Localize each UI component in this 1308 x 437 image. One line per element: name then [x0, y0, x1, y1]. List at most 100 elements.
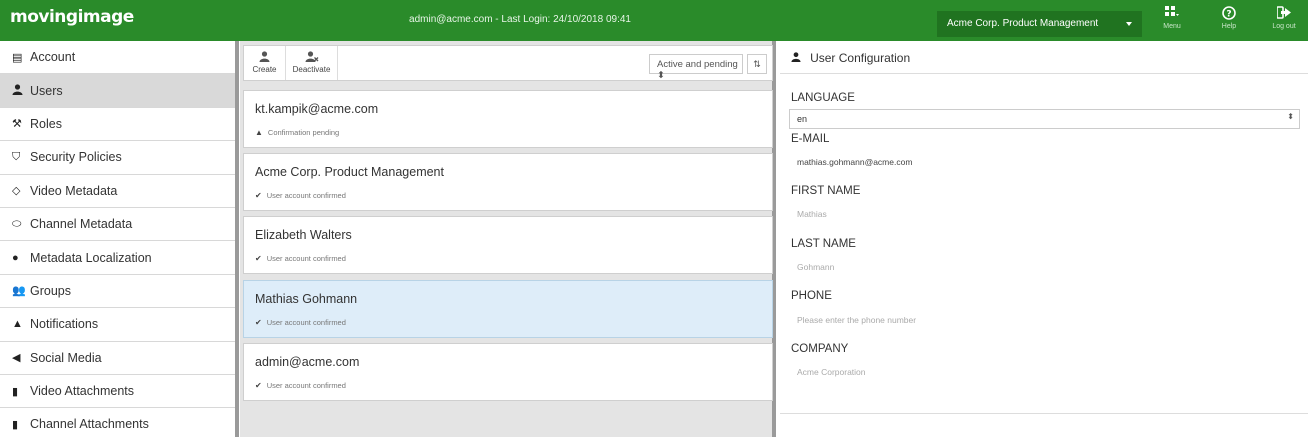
logout-label: Log out — [1272, 23, 1296, 30]
help-icon: ? — [1209, 6, 1249, 22]
sidebar-item-label: Video Attachments — [30, 384, 135, 399]
organization-select[interactable]: Acme Corp. Product Management — [937, 11, 1142, 37]
logout-button[interactable]: Log out — [1264, 6, 1304, 38]
sidebar-item-label: Notifications — [30, 317, 99, 332]
sidebar-item-channel-metadata[interactable]: ⬭ Channel Metadata — [0, 208, 235, 242]
deactivate-label: Deactivate — [292, 65, 331, 74]
menu-button[interactable]: Menu — [1152, 6, 1192, 38]
check-icon: ✔ — [255, 191, 262, 200]
status-filter-select[interactable]: Active and pending ⬍ — [649, 54, 743, 81]
check-icon: ✔ — [255, 254, 262, 263]
user-status-text: User account confirmed — [266, 318, 346, 327]
first-name-label: FIRST NAME — [791, 185, 861, 197]
sidebar-item-metadata-localization[interactable]: ● Metadata Localization — [0, 241, 235, 275]
updown-icon: ⬍ — [657, 70, 665, 81]
sidebar-scrollbar[interactable] — [235, 41, 239, 437]
sidebar-item-label: Metadata Localization — [30, 250, 152, 265]
bell-icon: ▲ — [12, 318, 23, 331]
user-status: ✔ User account confirmed — [255, 254, 346, 263]
login-info: admin@acme.com - Last Login: 24/10/2018 … — [409, 14, 631, 25]
sidebar-item-label: Users — [30, 83, 63, 98]
user-name: Mathias Gohmann — [255, 292, 358, 306]
sidebar-item-label: Channel Metadata — [30, 217, 133, 232]
grid-menu-icon — [1152, 6, 1192, 22]
user-list-item-selected[interactable]: Mathias Gohmann ✔ User account confirmed — [243, 280, 773, 338]
help-label: Help — [1221, 23, 1237, 30]
user-name: admin@acme.com — [255, 355, 360, 369]
language-select[interactable]: en ⬍ — [789, 109, 1300, 129]
sidebar-item-account[interactable]: ▤ Account — [0, 41, 235, 75]
tag-icon: ◇ — [12, 185, 21, 198]
gavel-icon: ⚒ — [12, 118, 22, 131]
svg-text:?: ? — [1226, 10, 1231, 20]
top-bar: movingimage admin@acme.com - Last Login:… — [0, 0, 1308, 41]
divider — [780, 413, 1308, 414]
sidebar-item-label: Social Media — [30, 350, 102, 365]
check-icon: ✔ — [255, 318, 262, 327]
comments-icon: ● — [12, 251, 19, 264]
sidebar-item-groups[interactable]: 👥 Groups — [0, 275, 235, 309]
user-list-panel: Create Deactivate Active and pending ⬍ ⇅… — [240, 41, 776, 437]
first-name-field[interactable]: Mathias — [797, 209, 827, 219]
sort-button[interactable]: ⇅ — [747, 54, 767, 74]
user-list-item[interactable]: admin@acme.com ✔ User account confirmed — [243, 343, 773, 401]
last-name-field[interactable]: Gohmann — [797, 262, 834, 272]
user-list-item[interactable]: kt.kampik@acme.com ▲ Confirmation pending — [243, 90, 773, 148]
sidebar-item-social-media[interactable]: ◀ Social Media — [0, 342, 235, 375]
user-name: kt.kampik@acme.com — [255, 102, 379, 116]
language-select-value: en — [797, 114, 808, 124]
sidebar-item-channel-attachments[interactable]: ▮ Channel Attachments — [0, 408, 235, 437]
create-button[interactable]: Create — [244, 46, 286, 80]
sidebar-item-notifications[interactable]: ▲ Notifications — [0, 308, 235, 342]
sidebar-item-roles[interactable]: ⚒ Roles — [0, 108, 235, 142]
sidebar-item-label: Video Metadata — [30, 183, 118, 198]
user-add-icon — [244, 51, 285, 65]
status-filter-value: Active and pending — [657, 59, 738, 70]
check-icon: ✔ — [255, 381, 262, 390]
tags-icon: ⬭ — [12, 217, 22, 230]
user-list-item[interactable]: Elizabeth Walters ✔ User account confirme… — [243, 216, 773, 274]
email-label: E-MAIL — [791, 133, 830, 145]
sidebar-item-users[interactable]: Users — [0, 74, 235, 108]
warning-icon: ▲ — [255, 128, 263, 137]
chevron-down-icon — [1126, 22, 1132, 26]
user-status-text: User account confirmed — [266, 254, 346, 263]
updown-icon: ⬍ — [1287, 112, 1294, 121]
deactivate-button[interactable]: Deactivate — [286, 46, 338, 80]
user-list-item[interactable]: Acme Corp. Product Management ✔ User acco… — [243, 153, 773, 211]
group-icon: 👥 — [12, 285, 26, 298]
user-status: ✔ User account confirmed — [255, 318, 346, 327]
sidebar-item-security-policies[interactable]: ⛉ Security Policies — [0, 141, 235, 175]
user-name: Acme Corp. Product Management — [255, 165, 444, 179]
company-label: COMPANY — [791, 343, 849, 355]
help-button[interactable]: ? Help — [1209, 6, 1249, 38]
shield-icon: ⛉ — [12, 150, 21, 163]
sidebar-item-label: Groups — [30, 283, 71, 298]
user-status-text: Confirmation pending — [267, 128, 340, 137]
company-field[interactable]: Acme Corporation — [797, 367, 866, 377]
user-status: ✔ User account confirmed — [255, 381, 346, 390]
sidebar-item-video-attachments[interactable]: ▮ Video Attachments — [0, 375, 235, 409]
share-icon: ◀ — [12, 352, 21, 365]
user-status: ▲ Confirmation pending — [255, 128, 339, 137]
user-icon — [791, 52, 804, 65]
user-name: Elizabeth Walters — [255, 228, 352, 242]
sidebar-item-video-metadata[interactable]: ◇ Video Metadata — [0, 175, 235, 208]
sort-icon: ⇅ — [753, 59, 761, 69]
organization-select-value: Acme Corp. Product Management — [947, 18, 1099, 29]
menu-label: Menu — [1163, 23, 1181, 30]
file-folded-icon: ▮ — [12, 418, 19, 431]
file-icon: ▮ — [12, 385, 19, 398]
user-list-toolbar: Create Deactivate Active and pending ⬍ ⇅ — [243, 45, 773, 81]
sidebar-item-label: Security Policies — [30, 150, 122, 165]
sidebar-item-label: Roles — [30, 116, 62, 131]
user-configuration-panel: User Configuration LANGUAGE en ⬍ E-MAIL … — [780, 41, 1308, 437]
phone-field[interactable]: Please enter the phone number — [797, 315, 916, 325]
create-label: Create — [252, 65, 277, 74]
panel-title: User Configuration — [810, 51, 911, 65]
user-status-text: User account confirmed — [266, 191, 346, 200]
user-remove-icon — [286, 51, 337, 65]
user-icon — [12, 83, 30, 98]
language-label: LANGUAGE — [791, 92, 855, 104]
phone-label: PHONE — [791, 290, 832, 302]
